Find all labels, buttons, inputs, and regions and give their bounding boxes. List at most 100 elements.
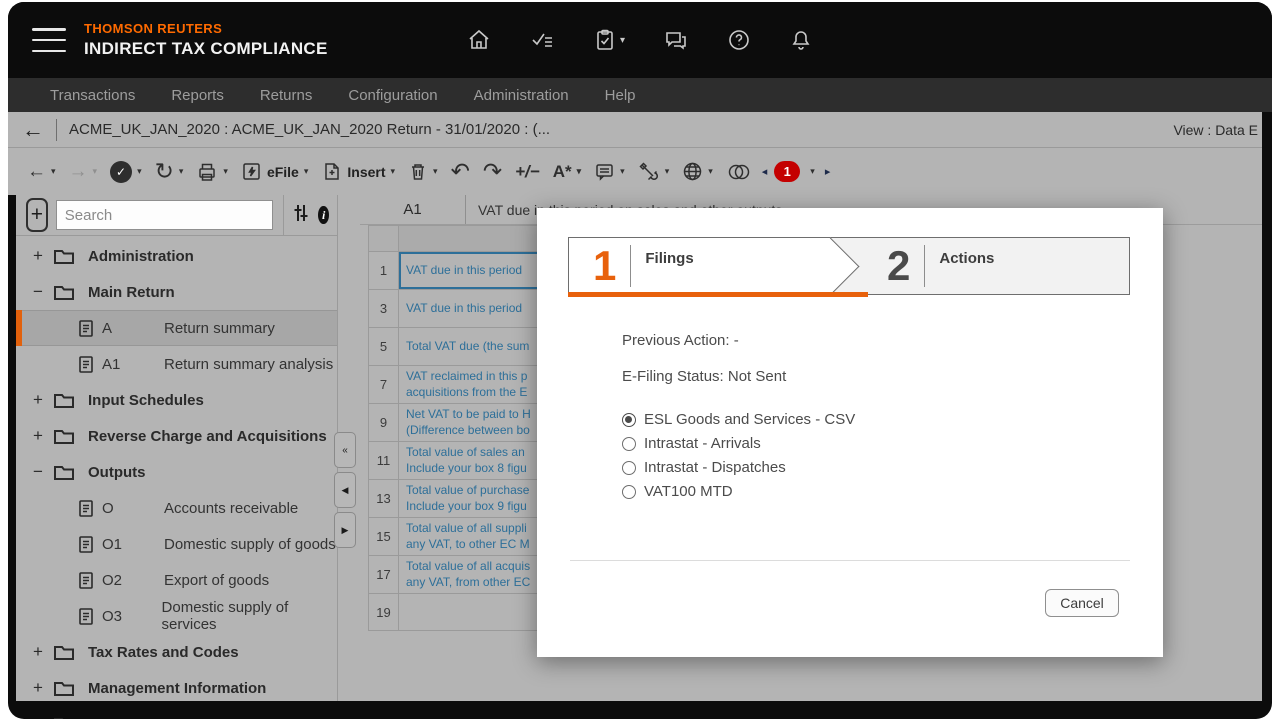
- row-number[interactable]: 11: [369, 442, 399, 479]
- menu-reports[interactable]: Reports: [171, 87, 224, 104]
- nav-back-button[interactable]: ← ▾: [24, 159, 59, 185]
- hamburger-menu-icon[interactable]: [32, 28, 66, 52]
- filter-sliders-icon[interactable]: [292, 203, 310, 228]
- alert-count-badge[interactable]: 1: [774, 161, 801, 182]
- globe-button[interactable]: ▾: [679, 159, 716, 184]
- step-number: 1: [593, 242, 617, 289]
- tree-item-return-summary[interactable]: A Return summary: [16, 310, 337, 346]
- badge-caret[interactable]: ▾: [807, 164, 818, 179]
- scroll-right-icon[interactable]: ▸: [825, 165, 831, 178]
- radio-icon[interactable]: [622, 436, 636, 451]
- previous-action-text: Previous Action: -: [622, 332, 739, 349]
- row-number[interactable]: 13: [369, 480, 399, 517]
- folder-label: Management Information: [88, 679, 267, 697]
- tools-button[interactable]: ▾: [635, 159, 673, 184]
- schedule-code: O1: [102, 535, 123, 553]
- nav-forward-button[interactable]: → ▾: [66, 159, 101, 185]
- menu-returns[interactable]: Returns: [260, 87, 313, 104]
- row-number[interactable]: 19: [369, 594, 399, 630]
- expander-icon[interactable]: +: [30, 390, 46, 410]
- chat-icon[interactable]: [663, 28, 689, 52]
- expander-icon[interactable]: +: [30, 642, 46, 662]
- expander-icon[interactable]: +: [30, 246, 46, 266]
- caret-down-icon: ▾: [620, 166, 625, 176]
- option-intrastat-arrivals[interactable]: Intrastat - Arrivals: [622, 435, 1123, 452]
- grid-corner-cell[interactable]: [369, 226, 399, 251]
- collapse-all-button[interactable]: «: [334, 432, 356, 468]
- menu-help[interactable]: Help: [605, 87, 636, 104]
- clipboard-check-icon[interactable]: ▾: [593, 28, 625, 52]
- step-filings[interactable]: 1 Filings: [593, 238, 694, 294]
- home-icon[interactable]: [467, 28, 491, 52]
- expander-icon[interactable]: +: [30, 426, 46, 446]
- notifications-bell-icon[interactable]: [789, 28, 813, 52]
- cell-reference[interactable]: A1: [360, 195, 466, 224]
- expand-panel-button[interactable]: ▶: [334, 512, 356, 548]
- radio-icon[interactable]: [622, 484, 636, 499]
- undo-button[interactable]: ↶: [448, 156, 473, 187]
- tree-item-return-summary-analysis[interactable]: A1 Return summary analysis: [16, 346, 337, 382]
- info-icon[interactable]: i: [318, 206, 329, 224]
- tree-folder-main-return[interactable]: − Main Return: [16, 274, 337, 310]
- option-vat100-mtd[interactable]: VAT100 MTD: [622, 483, 1123, 500]
- tree-folder-reverse-charge[interactable]: + Reverse Charge and Acquisitions: [16, 418, 337, 454]
- caret-down-icon: ▾: [223, 166, 228, 176]
- print-button[interactable]: ▾: [193, 159, 231, 185]
- radio-selected-icon[interactable]: [622, 412, 636, 427]
- row-number[interactable]: 17: [369, 556, 399, 593]
- collapse-panel-button[interactable]: ◀: [334, 472, 356, 508]
- complete-button[interactable]: ✓ ▾: [107, 159, 145, 185]
- folder-label: Reverse Charge and Acquisitions: [88, 427, 327, 445]
- row-number[interactable]: 1: [369, 252, 399, 289]
- help-icon[interactable]: [727, 28, 751, 52]
- tree-item-accounts-receivable[interactable]: O Accounts receivable: [16, 490, 337, 526]
- search-input[interactable]: [55, 200, 273, 230]
- option-intrastat-dispatches[interactable]: Intrastat - Dispatches: [622, 459, 1123, 476]
- expander-icon[interactable]: −: [30, 462, 46, 482]
- menu-administration[interactable]: Administration: [474, 87, 569, 104]
- efile-button[interactable]: eFile ▾: [238, 159, 311, 184]
- insert-button[interactable]: Insert ▾: [318, 159, 398, 184]
- menu-configuration[interactable]: Configuration: [348, 87, 437, 104]
- document-icon: [78, 607, 94, 626]
- step-actions[interactable]: 2 Actions: [887, 238, 994, 294]
- folder-icon: [53, 644, 75, 661]
- tree-folder-input-schedules[interactable]: + Input Schedules: [16, 382, 337, 418]
- row-number[interactable]: 5: [369, 328, 399, 365]
- tasks-icon[interactable]: [529, 28, 555, 52]
- audit-button[interactable]: A* ▾: [550, 160, 584, 184]
- radio-icon[interactable]: [622, 460, 636, 475]
- option-esl-goods-services-csv[interactable]: ESL Goods and Services - CSV: [622, 411, 1123, 428]
- row-number[interactable]: 7: [369, 366, 399, 403]
- tree-item-export-of-goods[interactable]: O2 Export of goods: [16, 562, 337, 598]
- document-icon: [78, 535, 94, 554]
- tree-item-domestic-supply-services[interactable]: O3 Domestic supply of services: [16, 598, 337, 634]
- tree-folder-management-information[interactable]: + Management Information: [16, 670, 337, 706]
- tree-folder-outputs[interactable]: − Outputs: [16, 454, 337, 490]
- cancel-button[interactable]: Cancel: [1045, 589, 1119, 617]
- tree-folder-source-data[interactable]: + Source Data: [16, 706, 337, 719]
- row-number[interactable]: 15: [369, 518, 399, 555]
- schedule-label: Return summary: [164, 319, 275, 337]
- delete-button[interactable]: ▾: [405, 159, 441, 184]
- sign-toggle-button[interactable]: +/−: [512, 160, 543, 184]
- row-number[interactable]: 9: [369, 404, 399, 441]
- expander-icon[interactable]: −: [30, 282, 46, 302]
- scroll-left-icon[interactable]: ◂: [762, 165, 768, 178]
- row-number[interactable]: 3: [369, 290, 399, 327]
- expander-icon[interactable]: +: [30, 678, 46, 698]
- compare-toggle-button[interactable]: [723, 160, 755, 184]
- expander-icon[interactable]: +: [30, 714, 46, 719]
- comment-button[interactable]: ▾: [591, 159, 628, 184]
- top-icon-group: ▾: [467, 28, 813, 52]
- tree-folder-administration[interactable]: + Administration: [16, 238, 337, 274]
- caret-down-icon: ▾: [433, 166, 438, 176]
- back-arrow-icon[interactable]: ←: [22, 118, 44, 141]
- menu-transactions[interactable]: Transactions: [50, 87, 135, 104]
- refresh-button[interactable]: ↻ ▾: [152, 156, 187, 187]
- tree-item-domestic-supply-goods[interactable]: O1 Domestic supply of goods: [16, 526, 337, 562]
- add-schedule-button[interactable]: +: [26, 198, 48, 232]
- tree-folder-tax-rates[interactable]: + Tax Rates and Codes: [16, 634, 337, 670]
- redo-button[interactable]: ↷: [480, 156, 505, 187]
- caret-down-icon: ▾: [51, 166, 56, 176]
